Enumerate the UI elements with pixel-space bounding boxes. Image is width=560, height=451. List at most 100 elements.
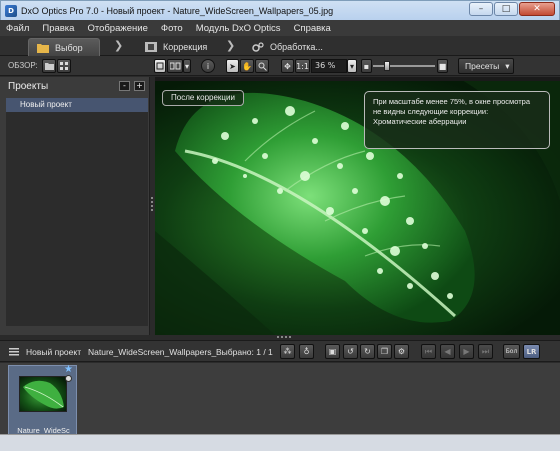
rotate-right-button[interactable]: ↻ (360, 344, 375, 359)
projects-list: Новый проект (6, 98, 148, 326)
rotate-left-button[interactable]: ↺ (343, 344, 358, 359)
lightroom-button[interactable]: LR (523, 344, 540, 359)
zoom-tool-button[interactable] (255, 59, 269, 73)
image-viewer[interactable]: После коррекции При масштабе менее 75%, … (155, 77, 560, 335)
menu-edit[interactable]: Правка (42, 23, 74, 34)
tag-button[interactable]: ♁ (299, 344, 314, 359)
compare-icon: ▣ (328, 347, 337, 356)
status-dot-icon (65, 375, 72, 382)
minimize-button[interactable]: – (469, 2, 493, 16)
tab-process[interactable]: Обработка... (252, 38, 323, 56)
select-tool-button[interactable]: ➤ (226, 59, 239, 73)
chevron-right-icon: ❯ (114, 39, 124, 52)
title-bar: D DxO Optics Pro 7.0 - Новый проект - Na… (0, 0, 560, 20)
notice-line: не видны следующие коррекции: (373, 107, 489, 116)
folder-icon (37, 43, 49, 53)
maximize-button[interactable]: □ (494, 2, 518, 16)
gears-icon (252, 42, 264, 52)
compare-button[interactable]: ▣ (325, 344, 340, 359)
prev-icon: ◀ (444, 347, 451, 356)
menu-bar: Файл Правка Отображение Фото Модуль DxO … (0, 20, 560, 36)
breadcrumb-file[interactable]: Nature_WideScreen_Wallpapers_ (88, 347, 216, 357)
grid-icon (60, 62, 68, 70)
list-item[interactable]: Новый проект (6, 98, 148, 112)
notice-line: При масштабе менее 75%, в окне просмотра (373, 97, 531, 106)
prev-image-button[interactable]: ◀ (440, 344, 455, 359)
menu-dxo-module[interactable]: Модуль DxO Optics (196, 23, 281, 34)
menu-view[interactable]: Отображение (87, 23, 147, 34)
leaf-thumbnail (23, 380, 64, 409)
zoom-notice: При масштабе менее 75%, в окне просмотра… (364, 91, 550, 149)
info-button[interactable]: i (201, 59, 215, 73)
add-project-button[interactable]: + (134, 81, 145, 91)
menu-file[interactable]: Файл (6, 23, 29, 34)
tab-select[interactable]: Выбор (28, 38, 100, 56)
photo-preview[interactable]: После коррекции При масштабе менее 75%, … (155, 77, 560, 335)
film-icon (145, 42, 157, 52)
skip-last-icon: ⏭ (481, 346, 490, 356)
small-image-icon: ▪ (363, 61, 370, 71)
rotate-right-icon: ↻ (364, 347, 371, 356)
zoom-out-button[interactable]: ▪ (361, 59, 372, 73)
next-icon: ▶ (463, 347, 470, 356)
filter-button[interactable]: ⁂ (280, 344, 295, 359)
after-correction-badge[interactable]: После коррекции (162, 90, 244, 106)
breadcrumb-project[interactable]: Новый проект (26, 347, 81, 357)
tab-select-label: Выбор (55, 42, 83, 53)
skip-first-icon: ⏮ (424, 346, 433, 356)
compare-view-button[interactable] (167, 59, 183, 73)
folder-view-button[interactable] (42, 59, 56, 73)
projects-panel: Проекты - + Новый проект (0, 77, 150, 335)
copy-settings-button[interactable]: ❐ (377, 344, 392, 359)
grip-icon (151, 197, 153, 211)
zoom-dropdown-button[interactable]: ▾ (347, 59, 357, 73)
menu-photo[interactable]: Фото (161, 23, 183, 34)
menu-help[interactable]: Справка (294, 23, 331, 34)
next-image-button[interactable]: ▶ (459, 344, 474, 359)
selection-count: Выбрано: 1 / 1 (216, 347, 273, 357)
zoom-slider-handle[interactable] (384, 61, 390, 71)
single-view-button[interactable] (154, 59, 166, 73)
zoom-in-button[interactable]: ■ (437, 59, 448, 73)
browse-label: ОБЗОР: (8, 61, 38, 70)
presets-dropdown[interactable]: Пресеты ▾ (458, 58, 514, 74)
window-controls: – □ ✕ (469, 2, 555, 16)
zoom-slider-track[interactable] (373, 65, 435, 67)
grip-icon (277, 336, 291, 338)
chevron-down-icon: ▾ (505, 60, 510, 71)
chevron-right-icon: ❯ (226, 39, 236, 52)
move-arrows-icon: ✥ (284, 61, 291, 71)
thumbnail-image (19, 376, 67, 412)
large-image-icon: ■ (438, 61, 447, 71)
main-toolbar: ОБЗОР: ▾ i ➤ ✋ ✥ 1:1 36 % ▾ ▪ ■ Пресеты (0, 56, 560, 76)
view-dropdown-button[interactable]: ▾ (183, 59, 191, 73)
workflow-tabs: Выбор ❯ Коррекция ❯ Обработка... (0, 36, 560, 56)
hand-tool-button[interactable]: ✋ (240, 59, 254, 73)
copy-icon: ❐ (380, 347, 389, 356)
fit-screen-button[interactable]: ✥ (281, 59, 294, 73)
first-image-button[interactable]: ⏮ (421, 344, 436, 359)
status-bar (0, 434, 560, 451)
zoom-value[interactable]: 36 % (311, 59, 347, 73)
single-image-icon (156, 62, 164, 70)
zoom-100-button[interactable]: 1:1 (295, 59, 310, 73)
chevron-down-icon: ▾ (184, 61, 189, 71)
grid-view-button[interactable] (57, 59, 71, 73)
settings-button[interactable]: ⚙ (394, 344, 409, 359)
window-title: DxO Optics Pro 7.0 - Новый проект - Natu… (21, 5, 334, 16)
info-icon: i (206, 61, 210, 71)
close-button[interactable]: ✕ (519, 2, 555, 16)
folder-icon (44, 62, 54, 70)
rotate-left-icon: ↺ (347, 347, 354, 356)
mode-button[interactable]: Бол (503, 344, 520, 359)
tab-correction[interactable]: Коррекция (145, 38, 207, 56)
pin-icon: ♁ (303, 347, 310, 356)
last-image-button[interactable]: ⏭ (478, 344, 493, 359)
filter-icon: ⁂ (283, 347, 292, 356)
star-icon[interactable]: ★ (64, 364, 73, 375)
dxo-logo-icon: D (5, 4, 17, 17)
presets-label: Пресеты (465, 61, 500, 71)
remove-project-button[interactable]: - (119, 81, 130, 91)
filmstrip-toolbar: Новый проект Nature_WideScreen_Wallpaper… (0, 340, 560, 362)
zoom-100-label: 1:1 (296, 61, 309, 71)
